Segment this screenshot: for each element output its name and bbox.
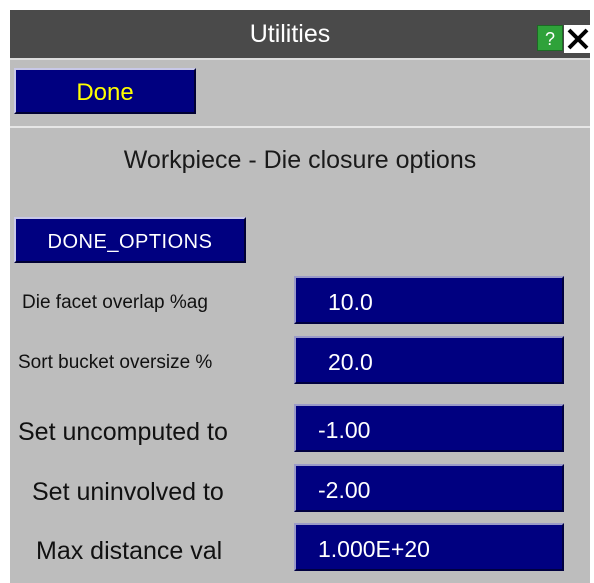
done-bar: Done <box>10 60 590 128</box>
die-facet-overlap-label: Die facet overlap %ag <box>22 292 208 313</box>
done-button[interactable]: Done <box>14 68 196 114</box>
die-facet-overlap-field[interactable]: 10.0 <box>294 276 564 324</box>
set-uncomputed-field[interactable]: -1.00 <box>294 404 564 452</box>
sort-bucket-oversize-label: Sort bucket oversize % <box>18 352 213 373</box>
window-title: Utilities <box>249 20 331 48</box>
sort-bucket-oversize-field[interactable]: 20.0 <box>294 336 564 384</box>
panel-heading: Workpiece - Die closure options <box>123 146 477 174</box>
set-uninvolved-field[interactable]: -2.00 <box>294 464 564 512</box>
utilities-panel: Utilities ? Done Workpiece - Die closure… <box>10 10 590 583</box>
title-bar: Utilities ? <box>10 10 590 60</box>
done-options-button[interactable]: DONE_OPTIONS <box>14 217 246 263</box>
close-icon <box>567 28 589 50</box>
set-uninvolved-label: Set uninvolved to <box>32 478 224 506</box>
set-uncomputed-label: Set uncomputed to <box>18 418 228 446</box>
close-button[interactable] <box>564 25 590 53</box>
help-button[interactable]: ? <box>537 25 563 51</box>
max-distance-label: Max distance val <box>36 537 223 565</box>
max-distance-field[interactable]: 1.000E+20 <box>294 523 564 571</box>
